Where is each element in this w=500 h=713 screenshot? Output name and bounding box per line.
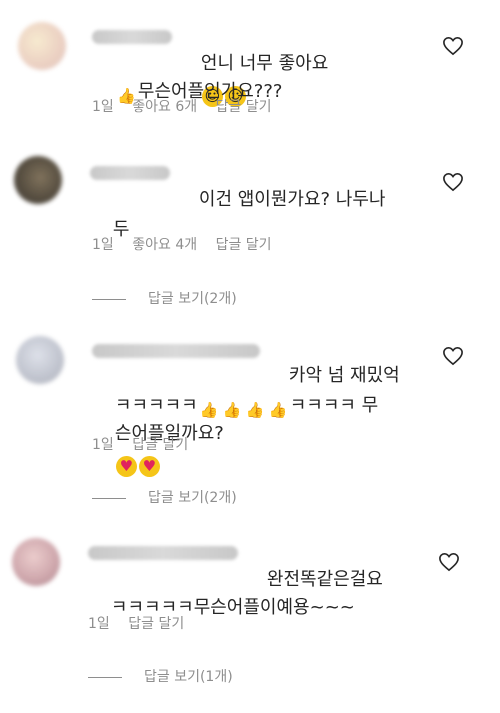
replies-divider xyxy=(92,497,126,499)
heart-eyes-emoji: ♥ xyxy=(115,456,137,477)
comment-text-line2: 두 xyxy=(112,219,130,240)
heart-icon[interactable] xyxy=(442,172,464,192)
avatar[interactable] xyxy=(14,156,62,204)
reply-button[interactable]: 답글 달기 xyxy=(216,99,272,115)
comment-meta: 1일 좋아요 4개 답글 달기 xyxy=(92,234,286,254)
timestamp: 1일 xyxy=(92,437,114,453)
comment-meta: 1일 답글 달기 xyxy=(92,434,202,454)
replies-divider xyxy=(92,298,126,300)
reply-button[interactable]: 답글 달기 xyxy=(216,237,272,253)
view-replies-button[interactable]: 답글 보기(2개) xyxy=(92,487,237,507)
timestamp: 1일 xyxy=(88,616,110,632)
comment-text-line1: 이건 앱이뭔가요? 나두나 xyxy=(198,189,386,210)
comment-meta: 1일 좋아요 6개 답글 달기 xyxy=(92,96,286,116)
view-replies-button[interactable]: 답글 보기(2개) xyxy=(92,288,237,308)
username-blurred[interactable] xyxy=(90,166,170,180)
username-blurred[interactable] xyxy=(92,344,260,358)
likes-count[interactable]: 좋아요 6개 xyxy=(132,99,197,115)
avatar[interactable] xyxy=(16,336,64,384)
reply-button[interactable]: 답글 달기 xyxy=(132,437,188,453)
replies-divider xyxy=(88,676,122,678)
avatar[interactable] xyxy=(12,538,60,586)
likes-count[interactable]: 좋아요 4개 xyxy=(132,237,197,253)
comment-meta: 1일 답글 달기 xyxy=(88,613,198,633)
comment-text-line2: ㅋㅋㅋㅋㅋ무슨어플이예용~~~ xyxy=(110,597,355,618)
heart-icon[interactable] xyxy=(442,36,464,56)
username-blurred[interactable] xyxy=(88,546,238,560)
reply-button[interactable]: 답글 달기 xyxy=(128,616,184,632)
avatar[interactable] xyxy=(18,22,66,70)
heart-eyes-emoji: ♥ xyxy=(138,456,160,477)
view-replies-button[interactable]: 답글 보기(1개) xyxy=(88,666,233,686)
comment-text: 이건 앱이뭔가요? 나두나 xyxy=(176,158,456,242)
timestamp: 1일 xyxy=(92,237,114,253)
username-blurred[interactable] xyxy=(92,30,172,44)
comment-text-line2: 👍 무슨어플인가요??? xyxy=(117,81,283,105)
heart-icon[interactable] xyxy=(438,552,460,572)
timestamp: 1일 xyxy=(92,99,114,115)
heart-icon[interactable] xyxy=(442,346,464,366)
